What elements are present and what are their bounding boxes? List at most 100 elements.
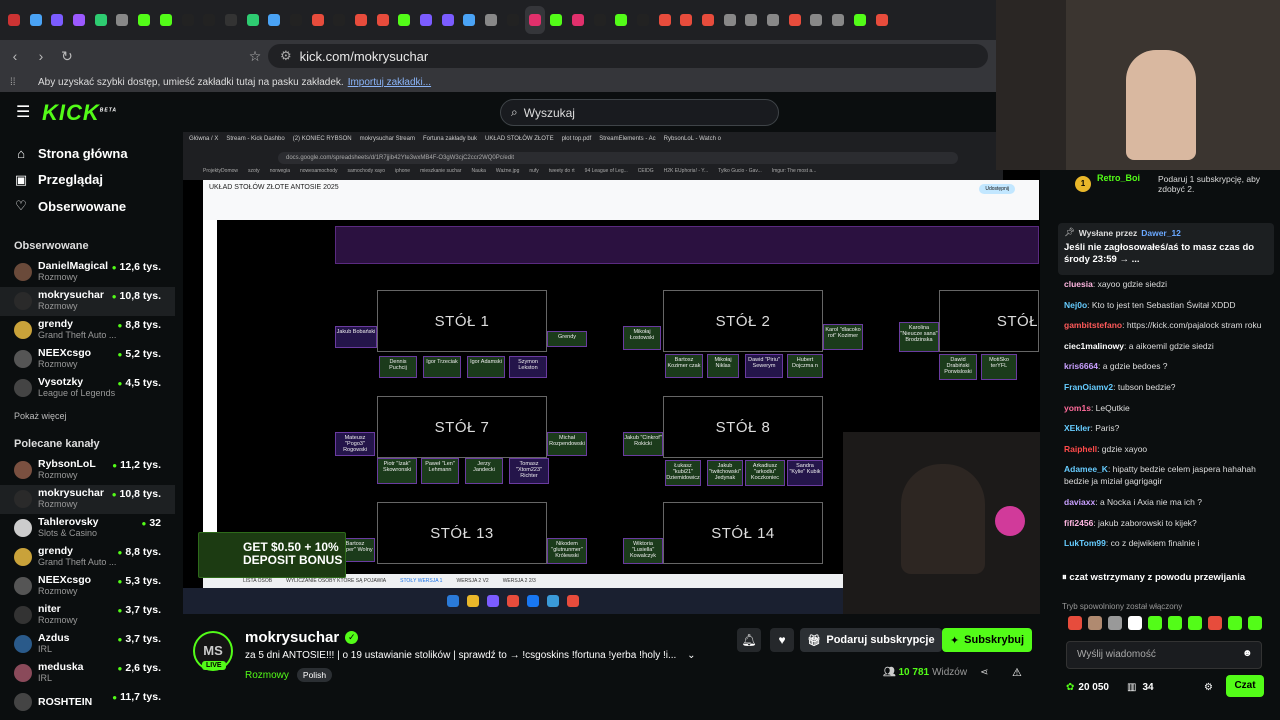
chat-username[interactable]: cluesia [1064,279,1093,289]
site-info-icon[interactable]: ⚙ [280,48,292,64]
browser-tab[interactable] [481,6,501,34]
reload-icon[interactable]: ↻ [54,48,80,65]
browser-tab[interactable] [806,6,826,34]
browser-tab[interactable] [720,6,740,34]
show-more-link[interactable]: Pokaż więcej [0,411,175,421]
chat-input[interactable]: Wyślij wiadomość [1066,641,1262,669]
sidebar-channel[interactable]: DanielMagical Rozmowy 12,6 tys. [0,258,175,287]
import-bookmarks-link[interactable]: Importuj zakładki... [348,77,431,88]
browser-tab[interactable] [676,6,696,34]
browser-tab[interactable] [850,6,870,34]
browser-tab[interactable] [91,6,111,34]
chat-paused-notice[interactable]: ⏸︎ czat wstrzymany z powodu przewijania [1062,572,1276,588]
browser-tab[interactable] [243,6,263,34]
browser-tab[interactable] [438,6,458,34]
browser-tab[interactable] [568,6,588,34]
kick-logo[interactable]: KICKBETA [42,100,117,126]
chat-username[interactable]: gambitstefano [1064,320,1122,330]
chat-username[interactable]: daviaxx [1064,497,1095,507]
browser-tab[interactable] [4,6,24,34]
browser-tab[interactable] [373,6,393,34]
chat-username[interactable]: fifi2456 [1064,518,1093,528]
nav-item[interactable]: ♡ Obserwowane [14,193,175,220]
chat-username[interactable]: XEkler [1064,423,1090,433]
sidebar-channel[interactable]: grendy Grand Theft Auto ... 8,8 tys. [0,316,175,345]
points-count[interactable]: 20 050 [1078,682,1109,693]
back-icon[interactable]: ‹ [2,48,28,64]
browser-tab[interactable] [503,6,523,34]
browser-tab[interactable] [590,6,610,34]
like-button[interactable]: ♥ [770,628,794,652]
emoji-icon[interactable]: ☻ [1242,648,1253,659]
browser-tab[interactable] [872,6,892,34]
browser-tab[interactable] [26,6,46,34]
browser-tab[interactable] [828,6,848,34]
gift-prompt[interactable]: Podaruj 1 subskrypcję, aby zdobyć 2. [1158,174,1276,194]
sidebar-channel[interactable]: RybsonLoL Rozmowy 11,2 tys. [0,456,175,485]
browser-tab[interactable] [763,6,783,34]
browser-tab[interactable] [351,6,371,34]
share-icon[interactable]: ⋖ [980,667,988,678]
subscribe-button[interactable]: ✦ Subskrybuj [942,628,1032,652]
browser-tab[interactable] [785,6,805,34]
browser-tab[interactable] [199,6,219,34]
sidebar-channel[interactable]: NEEXcsgo Rozmowy 5,3 tys. [0,572,175,601]
browser-tab[interactable] [178,6,198,34]
send-chat-button[interactable]: Czat [1226,675,1264,697]
browser-tab[interactable] [221,6,241,34]
gift-count[interactable]: 34 [1142,682,1153,693]
category-link[interactable]: Rozmowy [245,670,289,681]
sidebar-channel[interactable]: mokrysuchar Rozmowy 10,8 tys. [0,286,175,316]
browser-tab[interactable] [546,6,566,34]
notification-bell-button[interactable]: 🔔︎ [737,628,761,652]
streamer-name[interactable]: mokrysuchar ✓ [245,629,359,646]
settings-icon[interactable]: ⚙ [1204,682,1213,693]
browser-tab[interactable] [698,6,718,34]
browser-tab[interactable] [611,6,631,34]
forward-icon[interactable]: › [28,48,54,64]
apps-icon[interactable]: ⁞⁞ [10,77,16,88]
sidebar-channel[interactable]: Tahlerovsky Slots & Casino 32 [0,514,175,543]
browser-tab[interactable] [69,6,89,34]
chat-username[interactable]: yom1s [1064,403,1091,413]
sidebar-channel[interactable]: meduska IRL 2,6 tys. [0,659,175,688]
chat-username[interactable]: FranOiamv2 [1064,382,1113,392]
browser-tab[interactable] [416,6,436,34]
gift-subs-button[interactable]: 🎁︎ Podaruj subskrypcje [800,628,942,652]
pinned-message[interactable]: 📌︎ Wysłane przez Dawer_12 Jeśli nie zagł… [1058,223,1274,275]
browser-tab[interactable] [633,6,653,34]
sidebar-channel[interactable]: NEEXcsgo Rozmowy 5,2 tys. [0,345,175,374]
chat-username[interactable]: ciec1malinowy [1064,341,1124,351]
top-gifter-name[interactable]: Retro_Boi [1097,173,1140,183]
browser-tab[interactable] [459,6,479,34]
chat-username[interactable]: kris6664 [1064,361,1098,371]
sidebar-channel[interactable]: mokrysuchar Rozmowy 10,8 tys. [0,484,175,514]
browser-tab[interactable] [741,6,761,34]
url-bar[interactable]: ⚙ kick.com/mokrysuchar [268,44,988,68]
chat-username[interactable]: Raiphell [1064,444,1097,454]
sidebar-channel[interactable]: ROSHTEIN 11,7 tys. [0,688,175,717]
browser-tab[interactable] [264,6,284,34]
menu-icon[interactable]: ☰ [16,102,30,122]
sidebar-channel[interactable]: Vysotzky League of Legends 4,5 tys. [0,374,175,403]
chevron-down-icon[interactable]: ⌄ [687,650,695,661]
report-icon[interactable]: ⚠ [1012,666,1022,679]
browser-tab[interactable] [308,6,328,34]
sidebar-channel[interactable]: Azdus IRL 3,7 tys. [0,630,175,659]
nav-item[interactable]: ▣ Przeglądaj [14,167,175,194]
pinned-author[interactable]: Dawer_12 [1141,228,1181,238]
chat-username[interactable]: Adamee_K [1064,464,1108,474]
nav-item[interactable]: ⌂ Strona główna [14,140,175,167]
browser-tab[interactable] [47,6,67,34]
chat-username[interactable]: Nej0o [1064,300,1087,310]
bookmark-star-icon[interactable]: ☆ [242,48,268,65]
browser-tab[interactable] [112,6,132,34]
browser-tab[interactable] [329,6,349,34]
browser-tab[interactable] [134,6,154,34]
browser-tab[interactable] [286,6,306,34]
sidebar-channel[interactable]: grendy Grand Theft Auto ... 8,8 tys. [0,543,175,572]
chat-username[interactable]: LukTom99 [1064,538,1106,548]
browser-tab[interactable] [524,6,545,34]
search-input[interactable]: ⌕ Wyszukaj [500,99,779,126]
video-player[interactable]: Główna / X Stream - Kick Dashbo (2) KONIEC… [183,132,1040,614]
